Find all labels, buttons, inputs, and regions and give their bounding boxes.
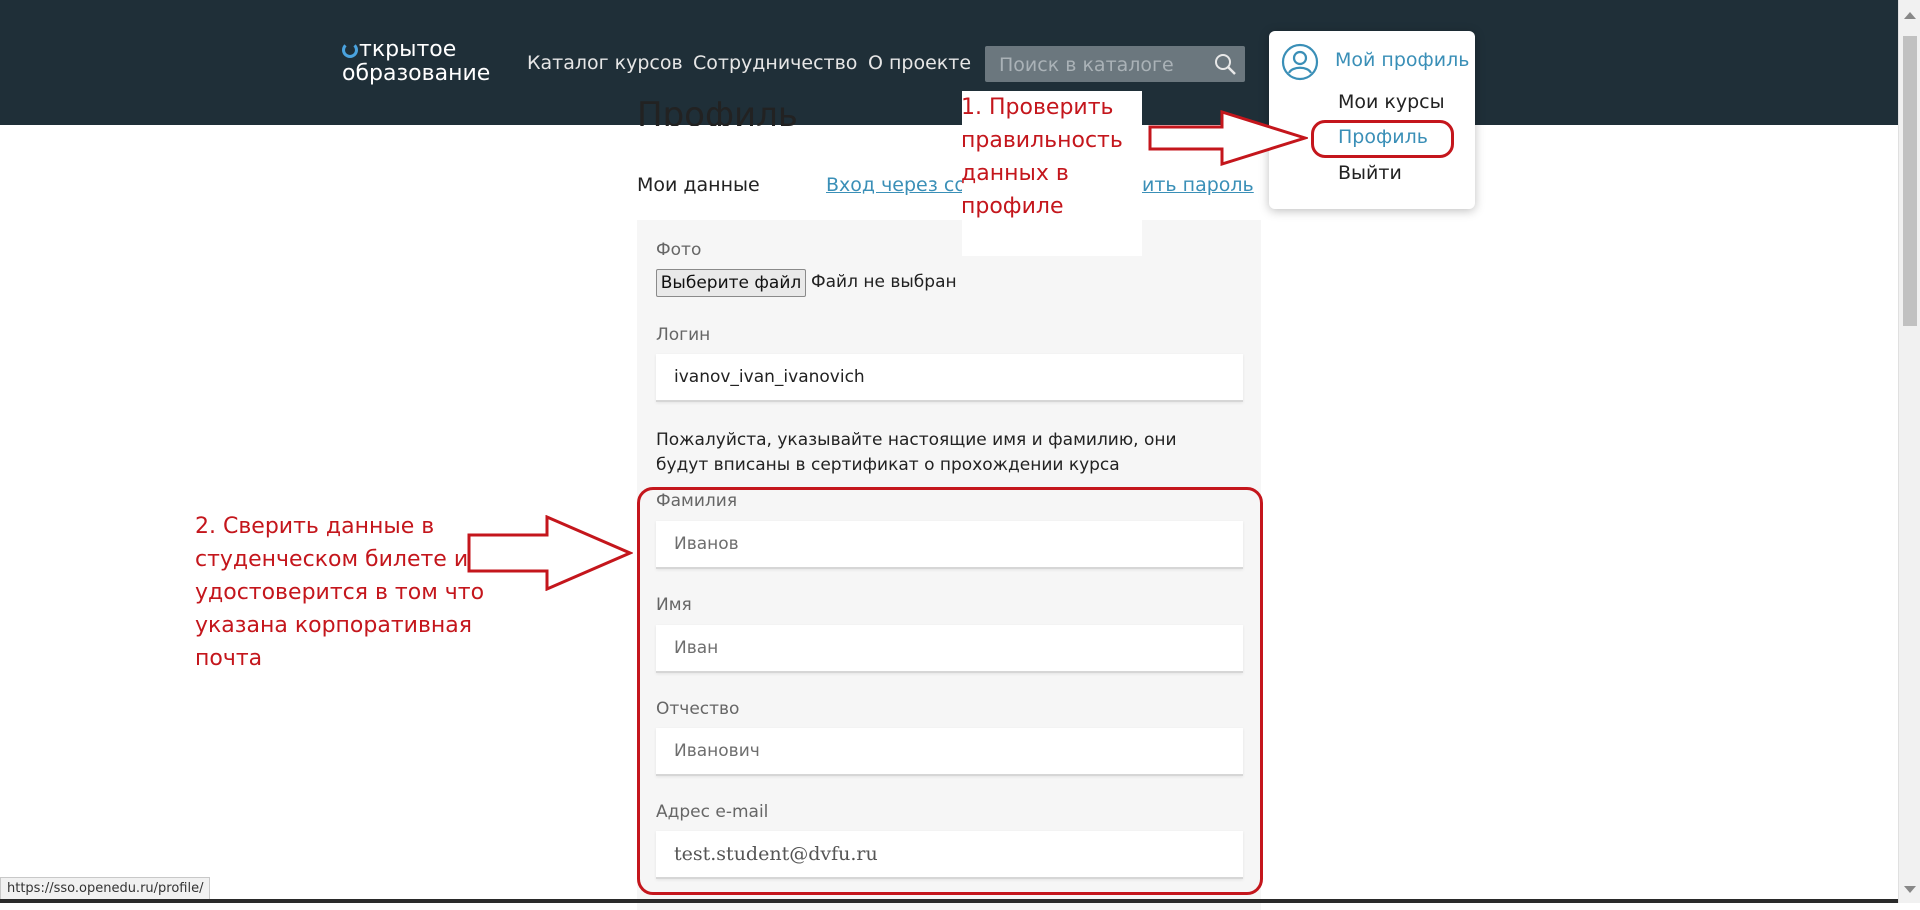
file-status: Файл не выбран (811, 272, 957, 292)
menu-logout[interactable]: Выйти (1338, 162, 1402, 184)
search-box (985, 46, 1245, 84)
annotation-step1: 1. Проверить правильность данных в профи… (961, 95, 1123, 219)
arrow-right-icon (467, 515, 633, 591)
bottom-border (0, 899, 1898, 903)
highlight-region-personal-data (637, 487, 1263, 895)
page-scrollbar[interactable] (1898, 0, 1920, 903)
my-profile-toggle[interactable]: Мой профиль (1335, 49, 1469, 71)
photo-label: Фото (656, 240, 702, 260)
name-notice: Пожалуйста, указывайте настоящие имя и ф… (656, 430, 1177, 475)
logo-line1: ткрытое (359, 37, 457, 62)
menu-my-courses[interactable]: Мои курсы (1338, 91, 1445, 113)
user-avatar-icon[interactable] (1281, 43, 1319, 81)
annotation-step2: 2. Сверить данные в студенческом билете … (195, 514, 485, 671)
tab-social-login[interactable]: Вход через со (826, 174, 966, 196)
scroll-thumb[interactable] (1903, 36, 1917, 326)
site-logo[interactable]: ткрытое образование (342, 38, 490, 86)
login-field[interactable] (656, 354, 1243, 402)
logo-ring-icon (342, 42, 358, 58)
arrow-right-icon (1148, 110, 1308, 166)
scroll-up-icon[interactable] (1904, 12, 1916, 19)
top-header: ткрытое образование Каталог курсов Сотру… (0, 0, 1898, 125)
nav-cooperation[interactable]: Сотрудничество (693, 52, 857, 74)
nav-about[interactable]: О проекте (868, 52, 971, 74)
status-bar-url: https://sso.openedu.ru/profile/ (0, 877, 211, 901)
tab-my-data[interactable]: Мои данные (637, 174, 760, 196)
login-label: Логин (656, 325, 711, 345)
choose-file-button[interactable]: Выберите файл (656, 269, 806, 297)
nav-catalog[interactable]: Каталог курсов (527, 52, 683, 74)
search-icon[interactable] (1213, 52, 1237, 76)
search-input[interactable] (985, 46, 1221, 84)
logo-line2: образование (342, 61, 491, 86)
tab-change-password[interactable]: ить пароль (1142, 174, 1254, 196)
highlight-circle-profile (1311, 120, 1454, 158)
page-title: Профиль (637, 100, 798, 126)
scroll-down-icon[interactable] (1904, 886, 1916, 893)
